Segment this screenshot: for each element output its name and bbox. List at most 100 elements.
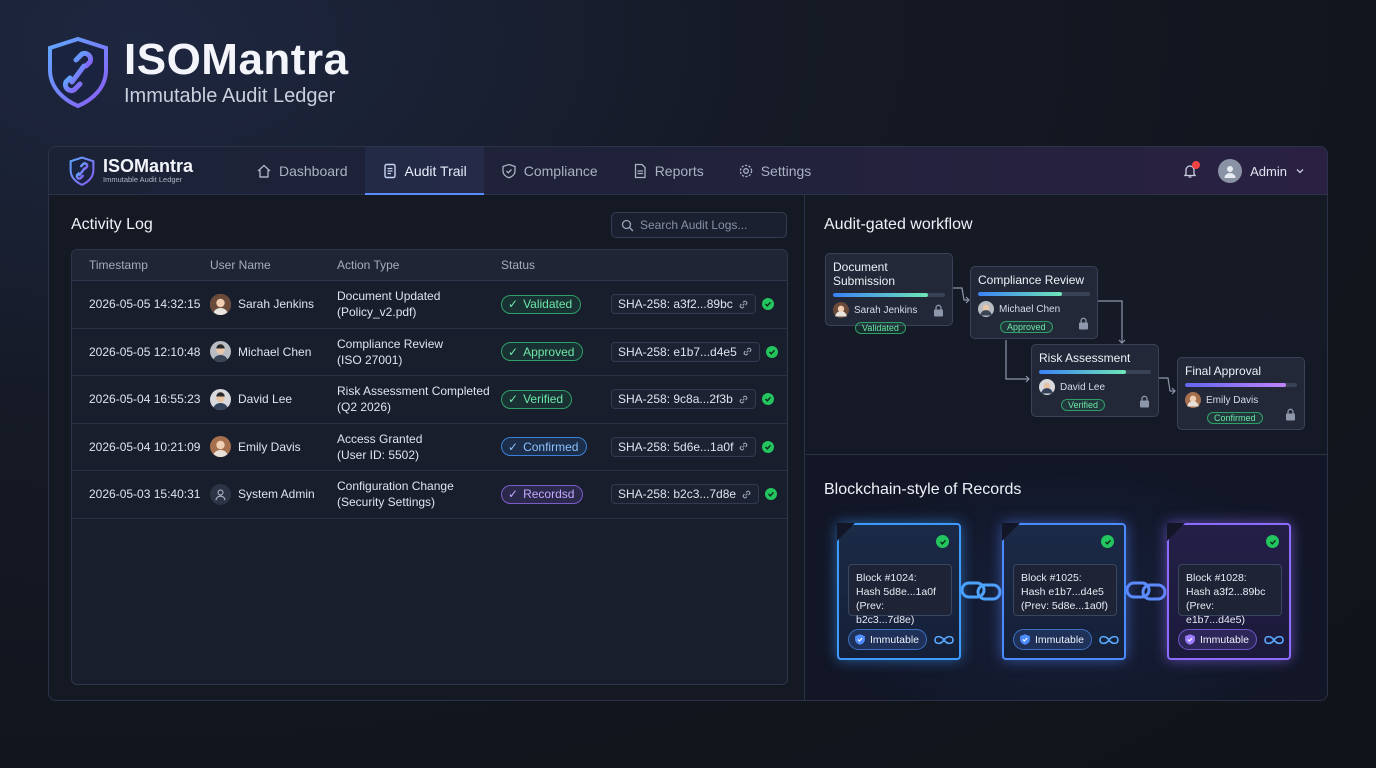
table-row[interactable]: 2026-05-04 16:55:23 David Lee Risk Asses…: [72, 376, 787, 424]
immutable-badge: Immutable: [848, 629, 928, 650]
check-icon: ✓: [508, 487, 519, 502]
search-box[interactable]: [611, 212, 787, 238]
col-timestamp[interactable]: Timestamp: [72, 258, 210, 272]
user-menu[interactable]: Admin: [1218, 159, 1305, 183]
step-user: David Lee: [1060, 381, 1106, 393]
verified-check-icon: [936, 535, 949, 548]
block-corner-fold: [1167, 523, 1185, 541]
blockchain-title: Blockchain-style of Records: [824, 481, 1022, 498]
notifications-button[interactable]: [1180, 161, 1201, 181]
shield-check-icon: [855, 634, 865, 645]
status-text: Verified: [523, 392, 564, 407]
nav-reports[interactable]: Reports: [615, 147, 721, 195]
workflow-step-card[interactable]: Compliance Review Michael Chen Approved: [970, 266, 1098, 339]
activity-log-title: Activity Log: [71, 216, 153, 233]
table-row[interactable]: 2026-05-05 14:32:15 Sarah Jenkins Docume…: [72, 281, 787, 329]
user-icon: [215, 489, 226, 501]
block-hash: Hash e1b7...d4e5: [1021, 586, 1104, 598]
link-icon: [742, 490, 751, 499]
person-avatar-icon: [210, 436, 231, 458]
hash-chip[interactable]: SHA-258: a3f2...89bc: [611, 294, 756, 315]
verified-check-icon: [1266, 535, 1279, 548]
shield-check-icon: [502, 163, 516, 178]
block-card[interactable]: Block #1024: Hash 5d8e...1a0f (Prev: b2c…: [837, 523, 961, 660]
block-corner-fold: [837, 523, 855, 541]
nav-audit-trail[interactable]: Audit Trail: [364, 147, 485, 195]
app-window: ISOMantra Immutable Audit Ledger Dashboa…: [48, 146, 1328, 701]
verified-check-icon: [762, 440, 775, 453]
status-badge: ✓ Recordsd: [501, 484, 584, 504]
step-user: Emily Davis: [1206, 394, 1259, 406]
lock-icon: [934, 304, 943, 317]
col-action-type[interactable]: Action Type: [337, 257, 501, 273]
col-user-name[interactable]: User Name: [210, 258, 337, 272]
row-timestamp: 2026-05-04 10:21:09: [89, 439, 201, 454]
brand[interactable]: ISOMantra Immutable Audit Ledger: [69, 156, 239, 186]
workflow-step-card[interactable]: Risk Assessment David Lee Verified: [1031, 344, 1159, 417]
user-icon: [1224, 166, 1236, 178]
table-row[interactable]: 2026-05-03 15:40:31 System Admin Configu…: [72, 471, 787, 519]
workflow-step-card[interactable]: Document Submission Sarah Jenkins Valida…: [825, 253, 953, 334]
workflow-step-card[interactable]: Final Approval Emily Davis Confirmed: [1177, 357, 1305, 430]
block-info: Block #1024: Hash 5d8e...1a0f (Prev: b2c…: [848, 564, 952, 626]
check-icon: ✓: [508, 297, 519, 312]
avatar: [210, 483, 231, 505]
avatar: [210, 293, 231, 315]
person-avatar-icon: [1039, 379, 1055, 395]
infinity-icon: [1099, 635, 1119, 644]
notification-dot: [1192, 161, 1201, 169]
step-status-badge: Validated: [855, 322, 906, 334]
hash-chip[interactable]: SHA-258: 5d6e...1a0f: [611, 436, 757, 457]
step-progress-fill: [1039, 370, 1127, 374]
block-info: Block #1028: Hash a3f2...89bc (Prev: e1b…: [1178, 564, 1282, 626]
col-status[interactable]: Status: [501, 258, 611, 272]
nav-dashboard[interactable]: Dashboard: [239, 147, 365, 195]
hash-text: SHA-258: e1b7...d4e5: [618, 344, 737, 359]
row-action: Risk Assessment Completed (Q2 2026): [337, 383, 501, 415]
status-badge: ✓ Validated: [501, 294, 582, 314]
block-card[interactable]: Block #1025: Hash e1b7...d4e5 (Prev: 5d8…: [1002, 523, 1126, 660]
check-icon: ✓: [508, 392, 519, 407]
table-row[interactable]: 2026-05-04 10:21:09 Emily Davis Access G…: [72, 424, 787, 471]
row-timestamp: 2026-05-05 14:32:15: [89, 297, 201, 312]
status-text: Recordsd: [523, 487, 575, 502]
row-timestamp: 2026-05-04 16:55:23: [89, 392, 201, 407]
block-hash: Hash a3f2...89bc: [1186, 586, 1266, 598]
status-text: Validated: [523, 297, 573, 312]
row-action: Configuration Change (Security Settings): [337, 478, 501, 510]
block-card[interactable]: Block #1028: Hash a3f2...89bc (Prev: e1b…: [1167, 523, 1291, 660]
hash-text: SHA-258: a3f2...89bc: [618, 297, 733, 312]
action-line-1: Configuration Change: [337, 479, 454, 494]
status-badge: ✓ Verified: [501, 389, 573, 409]
hash-chip[interactable]: SHA-258: e1b7...d4e5: [611, 341, 760, 362]
action-line-1: Access Granted: [337, 431, 423, 446]
chain-link-icon: [960, 581, 1002, 601]
verified-check-icon: [1101, 535, 1114, 548]
immutable-badge: Immutable: [1013, 629, 1093, 650]
hash-chip[interactable]: SHA-258: b2c3...7d8e: [611, 484, 760, 505]
step-progress-bar: [1039, 370, 1151, 374]
block-info: Block #1025: Hash e1b7...d4e5 (Prev: 5d8…: [1013, 564, 1117, 616]
nav-compliance[interactable]: Compliance: [484, 147, 615, 195]
block-id: Block #1025:: [1021, 572, 1082, 584]
verified-check-icon: [765, 345, 778, 358]
home-icon: [257, 164, 271, 178]
hash-chip[interactable]: SHA-258: 9c8a...2f3b: [611, 389, 756, 410]
action-line-2: (ISO 27001): [337, 352, 403, 367]
brand-subtitle: Immutable Audit Ledger: [103, 175, 183, 184]
person-avatar-icon: [833, 302, 849, 318]
action-line-1: Risk Assessment Completed: [337, 384, 490, 399]
row-action: Document Updated (Policy_v2.pdf): [337, 288, 501, 320]
hero-title: ISOMantra: [124, 34, 349, 84]
step-progress-fill: [1185, 383, 1286, 387]
hero-subtitle: Immutable Audit Ledger: [124, 84, 336, 107]
search-input[interactable]: [640, 218, 780, 232]
nav-settings[interactable]: Settings: [721, 147, 829, 195]
report-icon: [634, 163, 646, 178]
nav-audit-trail-label: Audit Trail: [404, 162, 467, 179]
table-row[interactable]: 2026-05-05 12:10:48 Michael Chen Complia…: [72, 329, 787, 376]
document-icon: [383, 163, 396, 178]
step-progress-fill: [978, 292, 1062, 296]
block-prev-hash: (Prev: e1b7...d4e5): [1186, 600, 1245, 626]
row-action: Compliance Review (ISO 27001): [337, 336, 501, 368]
